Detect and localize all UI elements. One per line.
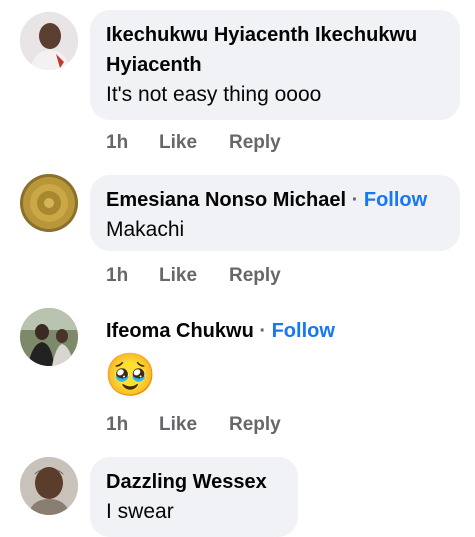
separator-dot: · (351, 189, 359, 211)
timestamp[interactable]: 1h (106, 414, 159, 436)
reply-button[interactable]: Reply (229, 414, 281, 436)
avatar[interactable] (20, 12, 78, 70)
reply-button[interactable]: Reply (229, 132, 281, 154)
avatar[interactable] (20, 457, 78, 515)
author-name[interactable]: Dazzling Wessex (106, 467, 282, 497)
reply-button[interactable]: Reply (229, 265, 281, 287)
author-name[interactable]: Emesiana Nonso Michael (106, 189, 346, 211)
like-button[interactable]: Like (159, 132, 229, 154)
comment-actions: 1h Like Reply (106, 414, 281, 436)
avatar[interactable] (20, 174, 78, 232)
comment-bubble: Dazzling Wessex I swear (90, 457, 298, 537)
comment-actions: 1h Like Reply (106, 265, 281, 287)
author-name[interactable]: Ifeoma Chukwu (106, 320, 254, 342)
like-button[interactable]: Like (159, 414, 229, 436)
emoji-reaction: 🥹 (104, 351, 157, 398)
comment-text: It's not easy thing oooo (106, 83, 322, 106)
comment-text: Makachi (106, 218, 185, 241)
separator-dot: · (259, 320, 267, 342)
comment-actions: 1h Like Reply (106, 132, 281, 154)
avatar[interactable] (20, 308, 78, 366)
timestamp[interactable]: 1h (106, 132, 159, 154)
like-button[interactable]: Like (159, 265, 229, 287)
comment-bubble: Ikechukwu Hyiacenth Ikechukwu Hyiacenth … (90, 10, 460, 120)
follow-button[interactable]: Follow (364, 189, 427, 211)
comment-text: I swear (106, 500, 174, 523)
timestamp[interactable]: 1h (106, 265, 159, 287)
author-name[interactable]: Ikechukwu Hyiacenth Ikechukwu Hyiacenth (106, 20, 444, 80)
follow-button[interactable]: Follow (272, 320, 335, 342)
comment-bubble: Emesiana Nonso Michael · Follow Makachi (90, 175, 460, 251)
